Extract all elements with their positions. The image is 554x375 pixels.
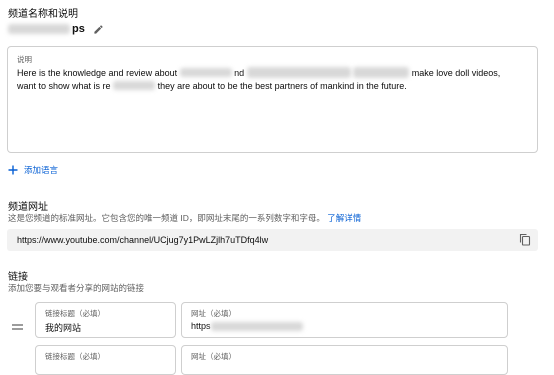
url-section-title: 频道网址: [8, 202, 48, 213]
description-text: make love doll videos,: [411, 68, 501, 78]
channel-url-text: https://www.youtube.com/channel/UCjug7y1…: [17, 235, 269, 245]
link-url-label-2: 网址（必填）: [191, 352, 236, 361]
link-title-field[interactable]: 链接标题（必填） 我的网站: [35, 302, 176, 338]
link-url-field[interactable]: 网址（必填） https: [181, 302, 508, 338]
redacted-text: [210, 321, 303, 331]
channel-url-field[interactable]: https://www.youtube.com/channel/UCjug7y1…: [7, 229, 538, 251]
link-url-value: https: [191, 321, 211, 331]
url-description-text: 这是您频道的标准网址。它包含您的唯一频道 ID，即网址末尾的一系列数字和字母。: [8, 213, 325, 223]
description-label: 说明: [17, 55, 32, 64]
description-text: Here is the knowledge and review about: [17, 68, 178, 78]
edit-pencil-icon[interactable]: [93, 24, 104, 35]
link-title-label-2: 链接标题（必填）: [45, 352, 105, 361]
redacted-text: [353, 67, 410, 78]
add-language-label: 添加语言: [24, 165, 59, 175]
link-url-label: 网址（必填）: [191, 309, 236, 318]
links-section-description: 添加您要与观看者分享的网站的链接: [8, 283, 145, 293]
links-section-title: 链接: [8, 272, 28, 283]
redacted-text: [8, 24, 70, 34]
link-title-field-2[interactable]: 链接标题（必填）: [35, 345, 176, 375]
name-section-title: 频道名称和说明: [8, 9, 78, 20]
channel-name-text: ps: [72, 23, 85, 35]
redacted-text: [179, 68, 232, 77]
description-line-2: want to show what is re they are about t…: [17, 81, 407, 91]
redacted-text: [113, 81, 156, 90]
description-text: nd: [234, 68, 245, 78]
copy-icon[interactable]: [519, 233, 531, 251]
description-text: want to show what is re: [17, 81, 111, 91]
plus-icon: [8, 165, 18, 175]
link-url-field-2[interactable]: 网址（必填）: [181, 345, 508, 375]
description-line-1: Here is the knowledge and review about n…: [17, 67, 500, 78]
link-url-value-row: https: [191, 321, 303, 331]
learn-more-link[interactable]: 了解详情: [327, 213, 361, 223]
channel-name[interactable]: ps: [8, 21, 104, 37]
add-language-button[interactable]: 添加语言: [8, 164, 58, 176]
link-title-label: 链接标题（必填）: [45, 309, 105, 318]
description-text: they are about to be the best partners o…: [157, 81, 407, 91]
description-textarea[interactable]: 说明 Here is the knowledge and review abou…: [7, 46, 538, 153]
redacted-text: [246, 67, 351, 78]
link-title-value: 我的网站: [45, 323, 82, 333]
url-section-description: 这是您频道的标准网址。它包含您的唯一频道 ID，即网址末尾的一系列数字和字母。 …: [8, 212, 361, 224]
drag-handle-icon[interactable]: [12, 317, 23, 335]
